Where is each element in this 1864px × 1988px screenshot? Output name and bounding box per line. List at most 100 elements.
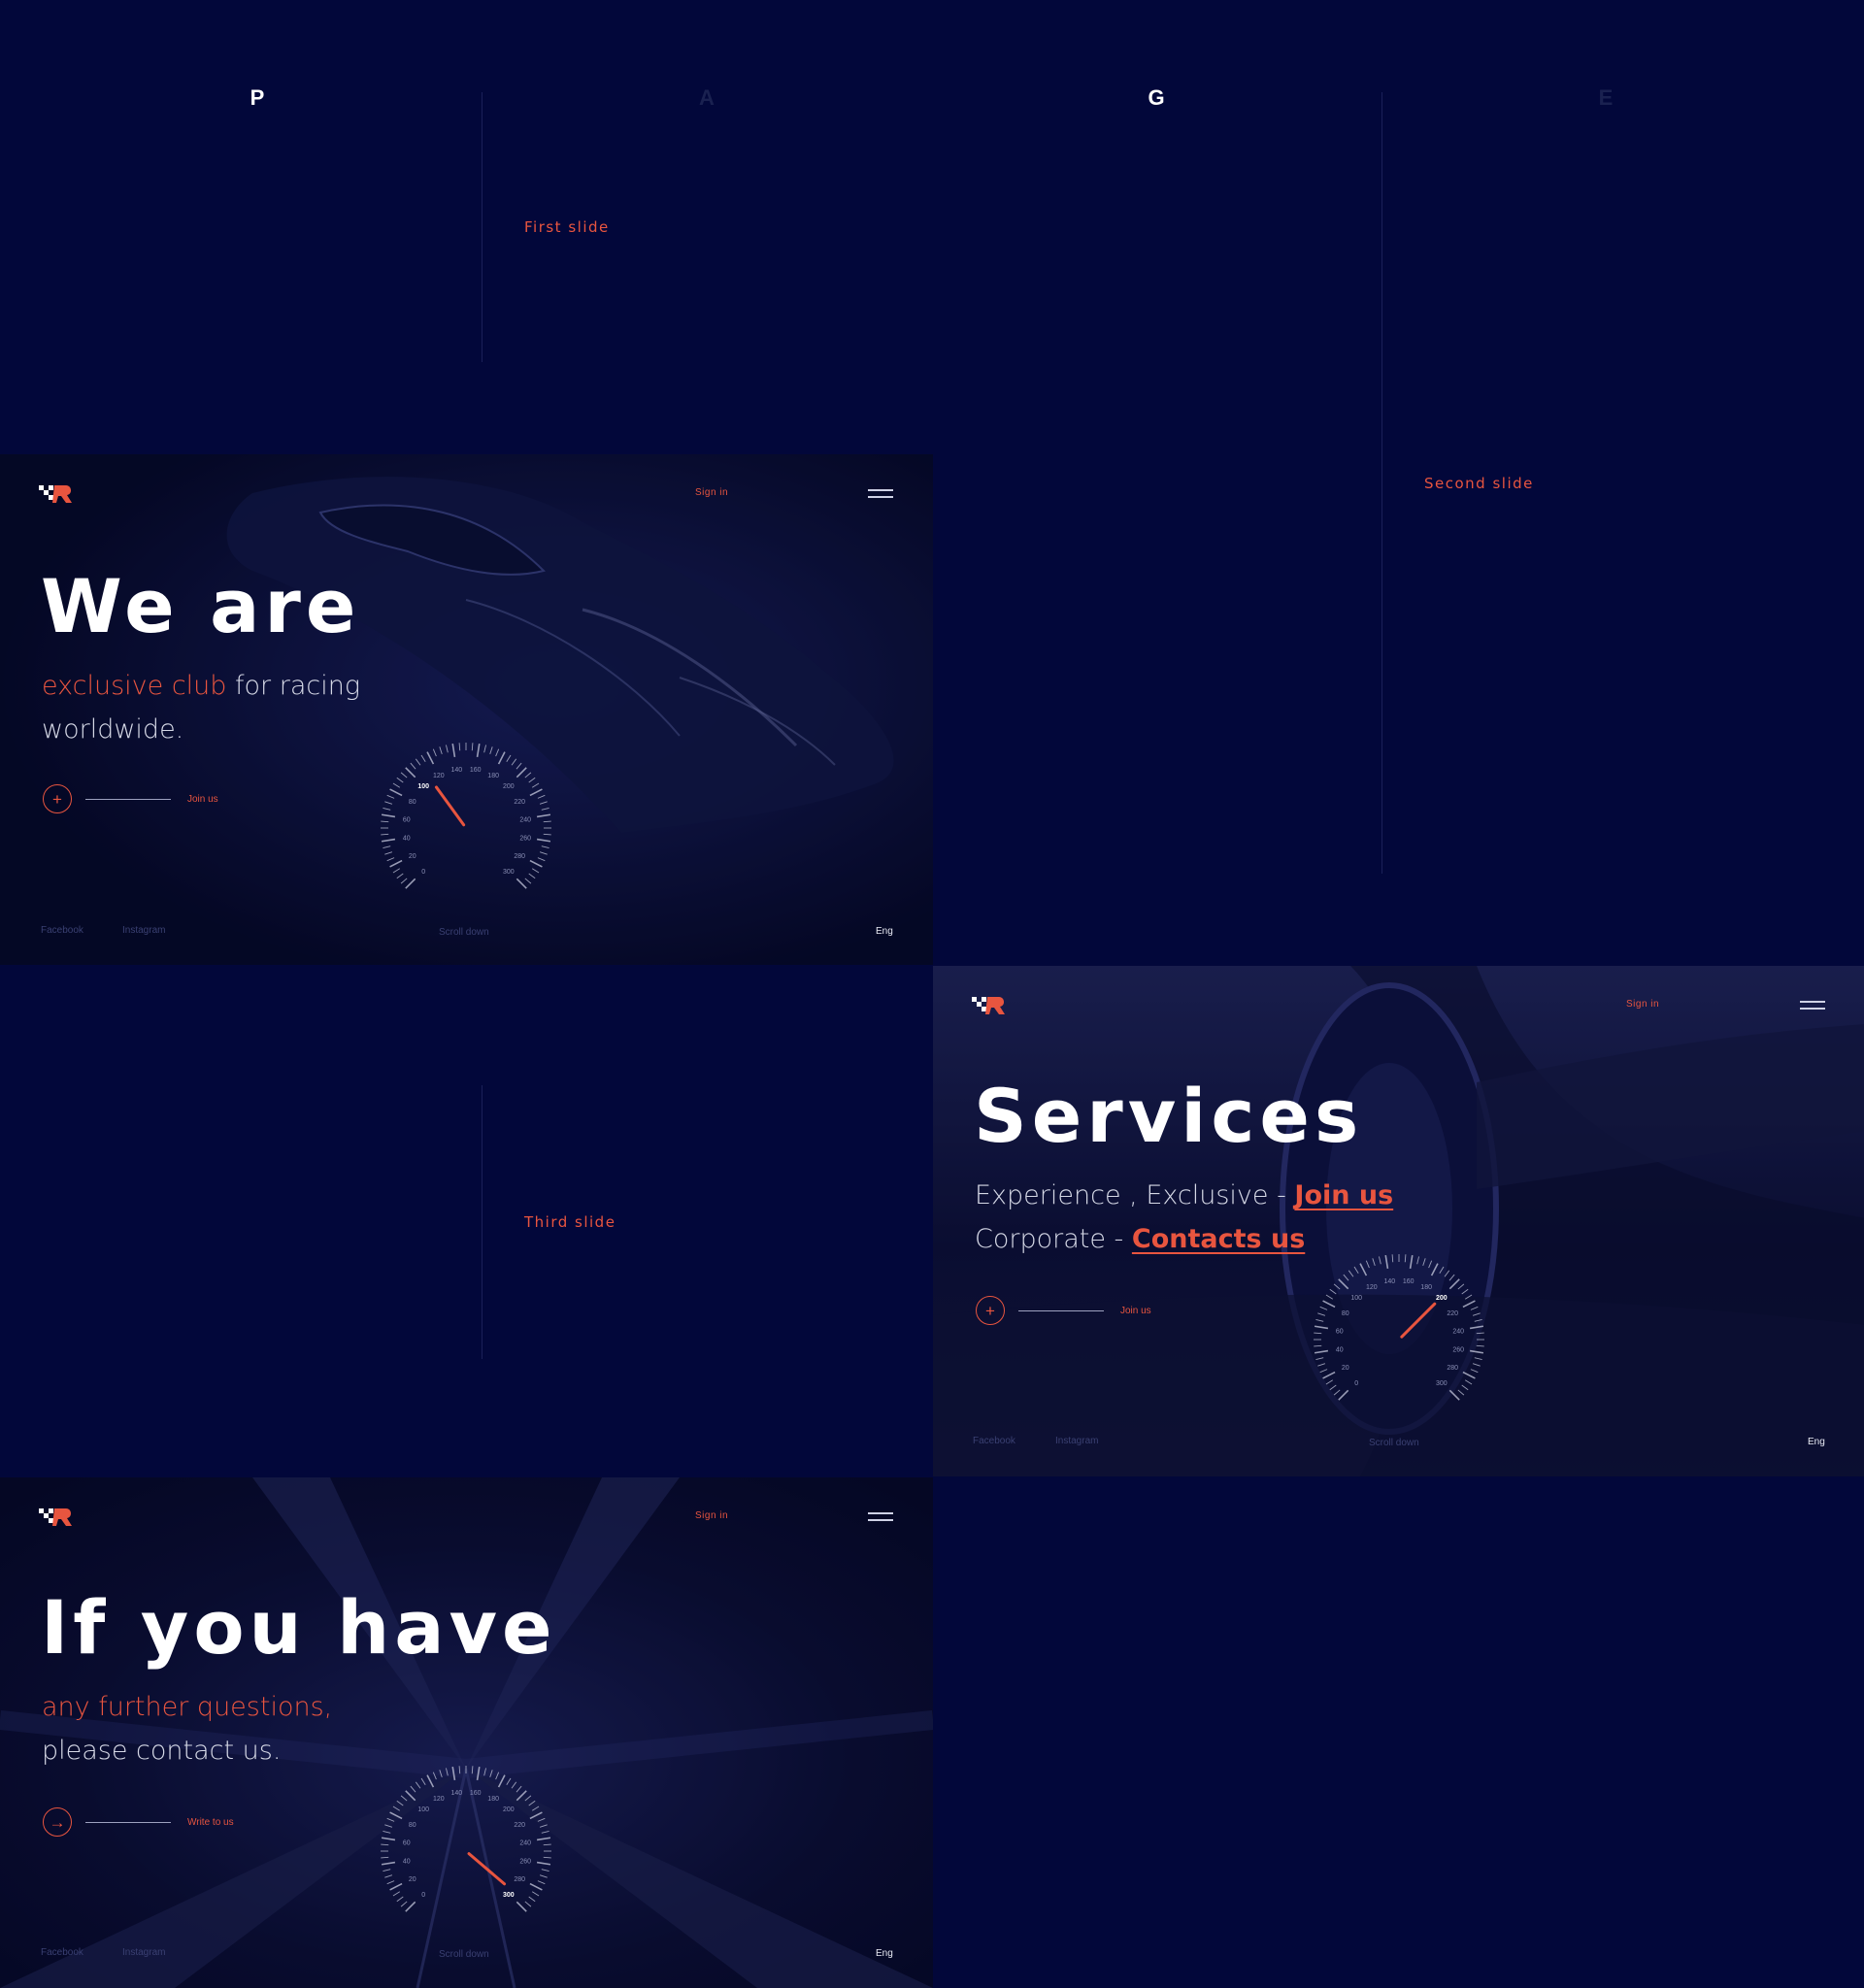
gauge-tick — [1348, 1270, 1354, 1277]
facebook-link[interactable]: Facebook — [973, 1436, 1015, 1446]
gauge-tick — [1338, 1278, 1349, 1290]
scroll-down-hint[interactable]: Scroll down — [439, 1949, 489, 1960]
gauge-tick — [1329, 1288, 1337, 1295]
gauge-tick — [439, 746, 443, 755]
gauge-tick — [381, 838, 396, 843]
gauge-tick — [392, 1806, 401, 1811]
join-us-inline-link[interactable]: Join us — [1294, 1180, 1393, 1210]
gauge-tick — [495, 1772, 500, 1780]
gauge-tick — [1314, 1325, 1329, 1330]
gauge-tick — [1353, 1266, 1359, 1275]
gauge-tick — [524, 878, 532, 884]
gauge-tick — [476, 1766, 481, 1781]
page-letter-p: P — [250, 85, 265, 110]
hero-subtitle-line2: please contact us. — [42, 1736, 282, 1766]
instagram-link[interactable]: Instagram — [122, 925, 165, 936]
hero-headline: Services — [974, 1073, 1364, 1159]
scroll-down-hint[interactable]: Scroll down — [439, 927, 489, 938]
gauge-tick — [539, 1874, 548, 1878]
plus-icon[interactable]: + — [43, 784, 72, 813]
plus-icon[interactable]: + — [976, 1296, 1005, 1325]
hero-headline: If you have — [41, 1584, 557, 1671]
gauge-tick — [543, 820, 551, 823]
gauge-tick — [400, 1901, 408, 1907]
gauge-tick — [389, 859, 403, 868]
gauge-tick — [426, 1774, 435, 1788]
gauge-tick-label: 100 — [1350, 1295, 1362, 1302]
second-slide-label: Second slide — [1424, 475, 1534, 492]
gauge-tick — [1404, 1254, 1407, 1263]
gauge-tick-label: 220 — [514, 799, 525, 806]
gauge-tick — [1476, 1332, 1484, 1335]
gauge-tick — [386, 1880, 395, 1885]
gauge-tick — [1343, 1274, 1349, 1281]
gauge-tick — [524, 772, 532, 779]
gauge-needle — [467, 1852, 507, 1886]
gauge-tick — [1416, 1256, 1419, 1265]
gauge-tick — [543, 1843, 551, 1846]
instagram-link[interactable]: Instagram — [122, 1947, 165, 1958]
scroll-down-hint[interactable]: Scroll down — [1369, 1438, 1419, 1448]
sign-in-link[interactable]: Sign in — [695, 487, 728, 498]
gauge-tick-label: 0 — [1354, 1380, 1358, 1387]
gauge-tick — [426, 751, 435, 765]
gauge-tick — [1430, 1263, 1439, 1276]
gauge-tick-label: 280 — [1447, 1365, 1458, 1372]
page-letter-e: E — [1598, 85, 1614, 110]
instagram-link[interactable]: Instagram — [1055, 1436, 1098, 1446]
gauge-tick — [389, 788, 403, 797]
arrow-right-icon[interactable]: → — [43, 1807, 72, 1837]
gauge-tick-label: 80 — [409, 1822, 416, 1829]
page-letter-g: G — [1148, 85, 1165, 110]
gauge-tick-label: 200 — [503, 783, 515, 790]
sign-in-link[interactable]: Sign in — [1626, 999, 1659, 1010]
gauge-tick — [1461, 1288, 1469, 1295]
gauge-tick-label: 80 — [1342, 1310, 1349, 1317]
gauge-tick — [483, 1768, 486, 1776]
gauge-tick — [1365, 1260, 1370, 1269]
gauge-tick-label: 100 — [417, 1806, 429, 1813]
gauge-tick — [446, 745, 449, 753]
gauge-tick-label: 220 — [1447, 1310, 1458, 1317]
gauge-tick — [541, 1831, 549, 1834]
divider-line — [1381, 92, 1382, 874]
gauge-tick — [1462, 1371, 1476, 1379]
gauge-tick — [1470, 1369, 1479, 1374]
gauge-tick — [1472, 1363, 1481, 1367]
gauge-tick — [536, 1861, 551, 1866]
gauge-tick — [516, 1790, 527, 1802]
gauge-tick — [536, 813, 551, 818]
menu-icon[interactable] — [868, 1512, 893, 1521]
language-switch[interactable]: Eng — [876, 926, 893, 937]
gauge-tick — [471, 1766, 474, 1774]
gauge-tick — [415, 1781, 421, 1789]
menu-icon[interactable] — [1800, 1001, 1825, 1010]
gauge-tick-label: 240 — [1452, 1328, 1464, 1335]
contacts-us-link[interactable]: Contacts us — [1132, 1224, 1305, 1254]
gauge-tick — [531, 868, 540, 874]
gauge-tick — [386, 1817, 395, 1822]
gauge-tick — [495, 748, 500, 757]
language-switch[interactable]: Eng — [876, 1948, 893, 1959]
gauge-tick-label: 240 — [519, 816, 531, 823]
gauge-tick-label: 80 — [409, 799, 416, 806]
facebook-link[interactable]: Facebook — [41, 1947, 83, 1958]
gauge-tick-label: 140 — [450, 1790, 462, 1797]
join-us-link[interactable]: Join us — [187, 794, 218, 805]
gauge-tick — [1325, 1379, 1334, 1385]
gauge-tick-label: 0 — [421, 869, 425, 876]
language-switch[interactable]: Eng — [1808, 1437, 1825, 1447]
gauge-tick — [506, 754, 512, 763]
join-us-link[interactable]: Join us — [1120, 1306, 1151, 1316]
gauge-tick — [405, 1901, 416, 1912]
write-to-us-link[interactable]: Write to us — [187, 1817, 234, 1828]
gauge-tick — [1409, 1254, 1414, 1270]
menu-icon[interactable] — [868, 489, 893, 498]
facebook-link[interactable]: Facebook — [41, 925, 83, 936]
gauge-tick — [1319, 1369, 1328, 1374]
gauge-tick — [543, 1856, 551, 1859]
sign-in-link[interactable]: Sign in — [695, 1510, 728, 1521]
speedometer-gauge: 0 20 40 60 80 100 120 140 160 180 200 220 240 260 280 3… — [1314, 1254, 1484, 1401]
gauge-tick-label: 180 — [487, 773, 499, 779]
slide-services: Sign in Services Experience , Exclusive … — [933, 966, 1864, 1476]
